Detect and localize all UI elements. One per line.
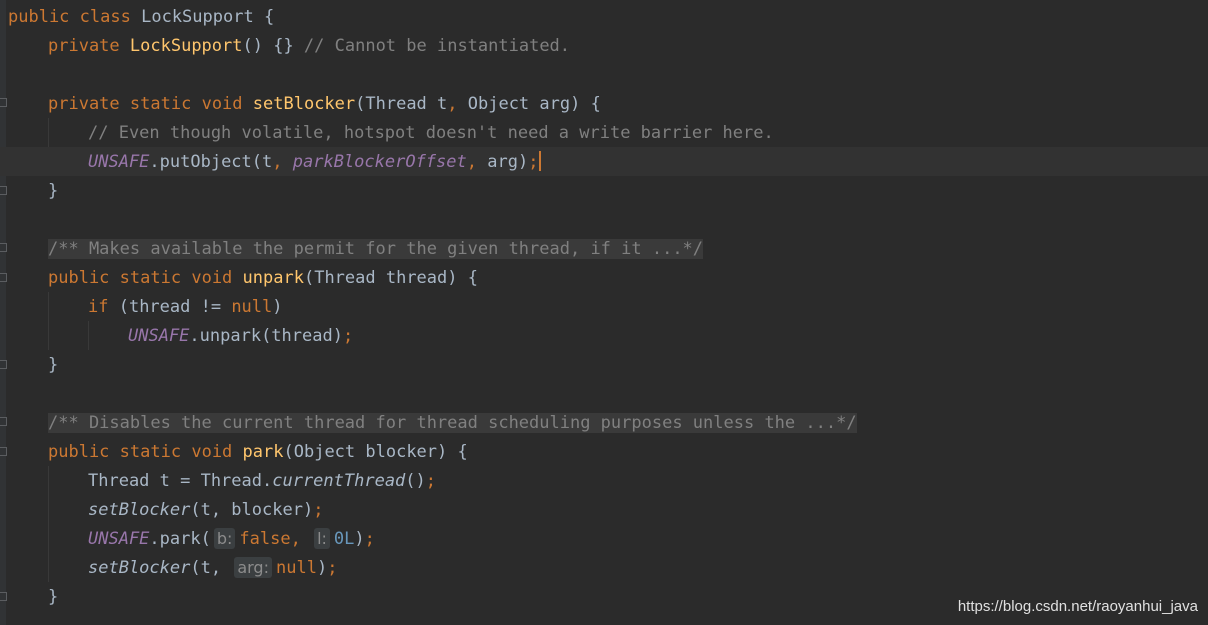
code-line[interactable]: Thread t = Thread.currentThread(); [8,467,436,496]
keyword: void [191,442,233,462]
keyword: static [119,442,182,462]
keyword: null [275,558,317,578]
comma: , [290,529,301,549]
method-name: setBlocker [252,94,356,114]
code-line[interactable]: public static void unpark(Thread thread)… [8,264,478,293]
code-line[interactable]: public class LockSupport { [8,3,274,32]
comma: , [466,152,477,172]
keyword: if [88,297,109,317]
text-caret [539,151,542,171]
keyword: private [48,36,120,56]
editor-gutter [0,0,6,625]
code-text: (thread != [108,297,232,317]
code-line[interactable]: /** Disables the current thread for thre… [8,409,857,438]
code-line[interactable]: } [8,177,58,206]
code-line[interactable]: /** Makes available the permit for the g… [8,235,704,264]
keyword: false [239,529,291,549]
parameter-hint: b: [213,528,236,549]
keyword: static [129,94,192,114]
fold-marker-icon[interactable] [0,360,7,369]
semicolon: ; [313,500,324,520]
keyword: static [119,268,182,288]
code-text: Thread t = Thread. [88,471,273,491]
static-method-call: currentThread [272,471,406,491]
fold-marker-icon[interactable] [0,592,7,601]
code-text: (Object blocker) { [283,442,468,462]
code-text: () {} [242,36,304,56]
static-field: UNSAFE [88,529,150,549]
fold-marker-icon[interactable] [0,417,7,426]
code-text: ) [316,558,328,578]
keyword: private [48,94,120,114]
code-text: (Thread t [355,94,448,114]
static-field: UNSAFE [88,152,150,172]
keyword: public [48,442,110,462]
fold-marker-icon[interactable] [0,447,7,456]
code-line[interactable]: private LockSupport() {} // Cannot be in… [8,32,570,61]
class-name: LockSupport [141,7,254,27]
code-line[interactable]: UNSAFE.park(b: false, l: 0L); [8,525,375,554]
code-editor[interactable]: public class LockSupport { private LockS… [0,0,1208,625]
comment: // Even though volatile, hotspot doesn't… [88,123,774,143]
code-line[interactable]: public static void park(Object blocker) … [8,438,468,467]
keyword: class [79,7,131,27]
code-text: arg) [477,152,529,172]
watermark: https://blog.csdn.net/raoyanhui_java [957,598,1198,615]
semicolon: ; [528,152,539,172]
semicolon: ; [364,529,375,549]
brace: } [48,181,59,201]
code-line[interactable]: // Even though volatile, hotspot doesn't… [8,119,774,148]
code-text: .park( [149,529,211,549]
fold-marker-icon[interactable] [0,243,7,252]
method-name: unpark [242,268,304,288]
code-text: (t, [190,558,222,578]
keyword: public [8,7,70,27]
code-text: ) [354,529,365,549]
semicolon: ; [342,326,354,346]
static-field: UNSAFE [128,326,190,346]
code-text: (t, blocker) [190,500,314,520]
collapsed-doc-comment[interactable]: /** Makes available the permit for the g… [48,239,704,259]
static-method-call: setBlocker [88,558,191,578]
comma: , [272,152,283,172]
code-line[interactable]: UNSAFE.putObject(t, parkBlockerOffset, a… [8,148,542,177]
number-literal: 0L [333,529,355,549]
comment: // Cannot be instantiated. [303,36,571,56]
static-method-call: setBlocker [88,500,191,520]
code-line[interactable]: private static void setBlocker(Thread t,… [8,90,601,119]
fold-marker-icon[interactable] [0,98,7,107]
comma: , [447,94,458,114]
code-line[interactable]: setBlocker(t, blocker); [8,496,323,525]
fold-marker-icon[interactable] [0,186,7,195]
keyword: null [231,297,273,317]
semicolon: ; [425,471,437,491]
method-name: park [242,442,284,462]
code-text: (Thread thread) { [303,268,478,288]
brace: } [48,355,59,375]
constructor-name: LockSupport [129,36,243,56]
brace: } [48,587,59,607]
semicolon: ; [327,558,338,578]
code-text: .unpark(thread) [189,326,343,346]
collapsed-doc-comment[interactable]: /** Disables the current thread for thre… [48,413,857,433]
parameter-hint: l: [314,528,330,549]
keyword: void [201,94,243,114]
parameter-hint: arg: [234,557,272,578]
fold-marker-icon[interactable] [0,273,7,282]
code-text: () [405,471,426,491]
code-text: .putObject(t [149,152,273,172]
code-line[interactable]: if (thread != null) [8,293,283,322]
brace: { [263,7,275,27]
code-text: ) [272,297,283,317]
keyword: void [191,268,233,288]
code-text: Object arg) { [457,94,601,114]
code-line[interactable]: } [8,351,58,380]
code-line[interactable]: UNSAFE.unpark(thread); [8,322,353,351]
keyword: public [48,268,110,288]
code-line[interactable]: } [8,583,58,612]
static-field: parkBlockerOffset [292,152,467,172]
code-line[interactable]: setBlocker(t, arg: null); [8,554,337,583]
